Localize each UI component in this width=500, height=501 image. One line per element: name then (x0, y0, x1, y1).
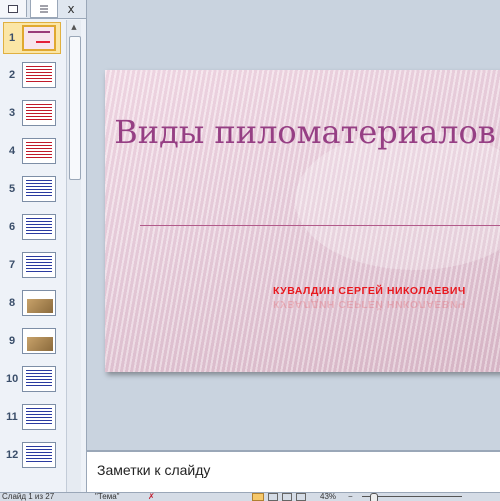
slide-thumbnail-7[interactable]: 7 (0, 250, 66, 282)
slide-thumbnail-image[interactable] (22, 25, 56, 51)
slide-thumbnail-image[interactable] (22, 366, 56, 392)
thumb-text-lines (26, 104, 52, 122)
slide-thumbnail-image[interactable] (22, 100, 56, 126)
slide-thumbnail-4[interactable]: 4 (0, 136, 66, 168)
slide-thumbnail-2[interactable]: 2 (0, 60, 66, 92)
thumb-text-lines (26, 218, 52, 236)
close-panel-button[interactable]: x (60, 0, 82, 17)
thumb-subtitle-mark (36, 41, 50, 43)
slide-number: 12 (6, 449, 19, 461)
slide-thumbnail-image[interactable] (22, 176, 56, 202)
slide-thumbnail-image[interactable] (22, 138, 56, 164)
thumb-text-lines (26, 180, 52, 198)
slide-number: 9 (8, 335, 16, 347)
thumb-text-lines (26, 408, 52, 426)
scroll-thumb[interactable] (69, 36, 81, 180)
thumb-picture (27, 337, 53, 351)
zoom-slider[interactable] (362, 493, 462, 501)
slide-thumbnail-3[interactable]: 3 (0, 98, 66, 130)
slide-thumbnail-image[interactable] (22, 442, 56, 468)
slide-title[interactable]: Виды пиломатериалов (105, 110, 500, 154)
slide-thumbnail-image[interactable] (22, 404, 56, 430)
thumb-picture (27, 299, 53, 313)
slide-number: 1 (8, 32, 16, 44)
thumb-title-mark (28, 31, 50, 33)
notes-placeholder[interactable]: Заметки к слайду (97, 462, 210, 478)
slides-panel: x 1 2 3 4 5 6 7 8 9 10 11 12 ▲ (0, 0, 87, 492)
slides-tab-icon[interactable] (0, 0, 27, 17)
slide-thumbnail-5[interactable]: 5 (0, 174, 66, 206)
slide-number: 7 (8, 259, 16, 271)
slide-thumbnail-image[interactable] (22, 290, 56, 316)
thumb-text-lines (26, 142, 52, 160)
outline-tab-icon[interactable] (30, 0, 58, 18)
thumb-text-lines (26, 370, 52, 388)
slide-thumbnail-9[interactable]: 9 (0, 326, 66, 358)
slide-thumbnail-image[interactable] (22, 214, 56, 240)
thumb-text-lines (26, 446, 52, 464)
slide-thumbnail-11[interactable]: 11 (0, 402, 66, 434)
thumb-text-lines (26, 256, 52, 274)
slide-number: 8 (8, 297, 16, 309)
slide-thumbnail-6[interactable]: 6 (0, 212, 66, 244)
thumbnail-scrollbar[interactable]: ▲ (66, 20, 81, 492)
slide-author-reflection: КУВАЛДИН СЕРГЕЙ НИКОЛАЕВИЧ (273, 298, 466, 310)
slide-number: 10 (6, 373, 19, 385)
thumb-text-lines (26, 66, 52, 84)
scroll-up-button[interactable]: ▲ (68, 22, 80, 32)
panel-tabs: x (0, 0, 86, 19)
slide-number: 2 (8, 69, 16, 81)
slide-number: 4 (8, 145, 16, 157)
slide-thumbnail-image[interactable] (22, 328, 56, 354)
slide-number: 5 (8, 183, 16, 195)
slide-thumbnail-image[interactable] (22, 252, 56, 278)
current-slide[interactable]: Виды пиломатериалов КУВАЛДИН СЕРГЕЙ НИКО… (105, 70, 500, 372)
slide-editor: Виды пиломатериалов КУВАЛДИН СЕРГЕЙ НИКО… (87, 0, 500, 450)
slide-thumbnail-1[interactable]: 1 (3, 22, 61, 54)
slide-thumbnail-12[interactable]: 12 (0, 440, 66, 472)
slide-thumbnail-image[interactable] (22, 62, 56, 88)
slide-number: 6 (8, 221, 16, 233)
slide-thumbnail-8[interactable]: 8 (0, 288, 66, 320)
slide-number: 3 (8, 107, 16, 119)
slide-divider (140, 225, 500, 226)
slide-thumbnail-10[interactable]: 10 (0, 364, 66, 396)
notes-pane[interactable]: Заметки к слайду (87, 450, 500, 494)
slide-author[interactable]: КУВАЛДИН СЕРГЕЙ НИКОЛАЕВИЧ (273, 285, 466, 297)
slide-number: 11 (6, 411, 18, 423)
